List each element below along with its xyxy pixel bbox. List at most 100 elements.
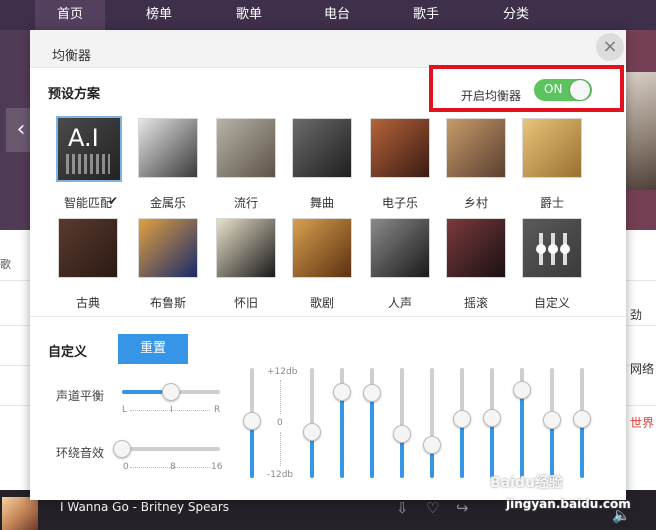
equalizer-toggle-label: 开启均衡器	[461, 89, 522, 103]
preset-item[interactable]: 流行	[214, 116, 278, 210]
divider	[30, 316, 626, 317]
preset-thumbnail[interactable]	[522, 218, 582, 278]
album-cover[interactable]	[2, 497, 38, 530]
preset-thumbnail[interactable]	[138, 218, 198, 278]
equalizer-dialog: 均衡器 × 预设方案 开启均衡器 ON A.I ✔ 智能匹配 金属乐 流行 舞曲 电子乐 乡村…	[30, 30, 626, 500]
db-label-max: +12db	[267, 367, 298, 377]
surround-label: 环绕音效	[56, 446, 105, 460]
heart-icon[interactable]: ♡	[426, 499, 439, 517]
watermark-url: jingyan.baidu.com	[506, 497, 631, 511]
band-knob[interactable]	[363, 384, 381, 403]
preset-thumbnail[interactable]	[216, 118, 276, 178]
band-knob[interactable]	[513, 381, 531, 399]
nav-item-playlists[interactable]: 歌单	[214, 0, 284, 30]
band-knob[interactable]	[303, 422, 321, 441]
preset-label: 歌剧	[309, 296, 334, 310]
preset-label: 智能匹配	[63, 196, 112, 210]
surround-scale-mid: 8	[170, 462, 176, 472]
equalizer-bars-icon	[66, 154, 110, 174]
nav-item-artists[interactable]: 歌手	[391, 0, 461, 30]
reset-button[interactable]: 重置	[118, 334, 188, 364]
preset-item[interactable]: 爵士	[520, 116, 584, 210]
band-knob[interactable]	[423, 436, 441, 454]
db-scale-line	[280, 432, 281, 466]
preset-thumbnail[interactable]	[522, 118, 582, 178]
preset-label: 舞曲	[309, 196, 334, 210]
balance-scale-mid: I	[170, 405, 173, 415]
preset-item[interactable]: 布鲁斯	[136, 216, 200, 310]
band-fill	[490, 417, 494, 478]
preset-thumbnail[interactable]	[446, 218, 506, 278]
preset-item[interactable]: 电子乐	[368, 116, 432, 210]
band-knob[interactable]	[573, 409, 591, 428]
bg-side-text: 网络	[630, 362, 655, 376]
surround-track[interactable]	[122, 447, 220, 451]
share-icon[interactable]: ↪	[456, 499, 469, 517]
preset-label: 怀旧	[233, 296, 258, 310]
preset-thumbnail[interactable]	[292, 118, 352, 178]
db-label-zero: 0	[277, 418, 283, 428]
sliders-icon	[536, 233, 570, 265]
bg-side-text: 世界	[630, 416, 655, 430]
download-icon[interactable]: ⇩	[396, 499, 409, 517]
custom-title: 自定义	[48, 345, 88, 360]
banner-side-image	[626, 72, 656, 190]
db-scale-line	[280, 380, 281, 414]
watermark-logo: Baidu经验	[490, 475, 563, 491]
preset-thumbnail[interactable]	[58, 218, 118, 278]
db-label-min: -12db	[267, 470, 294, 480]
toggle-state-text: ON	[544, 82, 563, 96]
preset-label: 流行	[233, 196, 258, 210]
nav-item-charts[interactable]: 榜单	[124, 0, 194, 30]
band-knob[interactable]	[243, 411, 261, 430]
preset-label: 爵士	[539, 196, 564, 210]
band-fill	[340, 392, 344, 478]
preset-thumbnail[interactable]	[370, 118, 430, 178]
preset-thumbnail[interactable]	[216, 218, 276, 278]
dialog-title: 均衡器	[52, 49, 92, 64]
nav-item-home[interactable]: 首页	[35, 0, 105, 30]
preset-label: 人声	[387, 296, 412, 310]
surround-knob[interactable]	[113, 440, 131, 458]
presets-title: 预设方案	[48, 87, 101, 102]
equalizer-toggle[interactable]: ON	[534, 79, 592, 101]
preset-item[interactable]: 舞曲	[290, 116, 354, 210]
preset-item[interactable]: 古典	[56, 216, 120, 310]
band-knob[interactable]	[393, 425, 411, 443]
surround-scale-left: 0	[123, 462, 129, 472]
preset-item[interactable]: 人声	[368, 216, 432, 310]
preset-item[interactable]: A.I ✔ 智能匹配	[56, 116, 122, 210]
bg-fragment-text: 歌	[0, 258, 11, 271]
bg-side-text: 劲	[630, 308, 643, 322]
preset-label: 乡村	[463, 196, 488, 210]
preset-thumbnail[interactable]	[292, 218, 352, 278]
balance-scale-right: R	[214, 405, 221, 415]
toggle-knob	[570, 80, 590, 100]
nav-item-radio[interactable]: 电台	[302, 0, 372, 30]
preset-label: 自定义	[533, 296, 570, 310]
preset-thumb-text: A.I	[68, 124, 99, 152]
band-knob[interactable]	[483, 408, 501, 427]
close-icon[interactable]: ×	[596, 33, 624, 61]
preset-item[interactable]: 摇滚	[444, 216, 508, 310]
preset-item[interactable]: 乡村	[444, 116, 508, 210]
preset-item[interactable]: 歌剧	[290, 216, 354, 310]
preset-thumbnail[interactable]	[138, 118, 198, 178]
preset-thumbnail[interactable]: A.I	[56, 116, 122, 182]
balance-knob[interactable]	[162, 383, 180, 401]
preset-thumbnail[interactable]	[370, 218, 430, 278]
preset-item[interactable]: 金属乐	[136, 116, 200, 210]
preset-label: 摇滚	[463, 296, 488, 310]
toggle-highlight-box	[429, 65, 624, 112]
preset-item[interactable]: 怀旧	[214, 216, 278, 310]
band-fill	[370, 393, 374, 478]
balance-scale-left: L	[122, 405, 128, 415]
preset-item[interactable]: 自定义	[520, 216, 584, 310]
band-knob[interactable]	[543, 410, 561, 429]
preset-thumbnail[interactable]	[446, 118, 506, 178]
track-title: I Wanna Go - Britney Spears	[60, 500, 230, 514]
nav-item-categories[interactable]: 分类	[481, 0, 551, 30]
band-knob[interactable]	[453, 409, 471, 428]
balance-label: 声道平衡	[56, 389, 105, 403]
band-knob[interactable]	[333, 383, 351, 402]
